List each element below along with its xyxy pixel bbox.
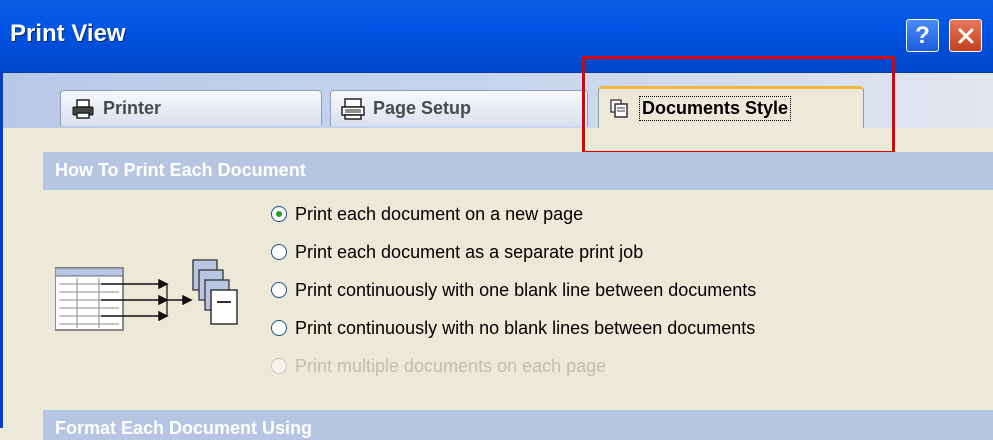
option-label: Print multiple documents on each page	[295, 355, 607, 376]
help-icon: ?	[915, 21, 930, 49]
printer-icon	[71, 98, 95, 119]
tab-printer-label: Printer	[103, 98, 162, 118]
tab-printer[interactable]: Printer	[60, 90, 322, 126]
close-icon	[958, 28, 973, 43]
section-header-how-to-print: How To Print Each Document	[43, 152, 993, 190]
highlight-box	[582, 56, 895, 154]
section-title: Format Each Document Using	[55, 418, 313, 438]
section-header-format-each: Format Each Document Using	[43, 410, 993, 440]
document-flow-illustration-icon	[54, 258, 255, 338]
option-label: Print continuously with no blank lines b…	[295, 317, 756, 338]
option-new-page[interactable]: Print each document on a new page	[271, 199, 583, 229]
close-button[interactable]	[949, 19, 982, 52]
option-label: Print each document as a separate print …	[295, 241, 644, 262]
tab-page-setup[interactable]: Page Setup	[330, 90, 588, 126]
radio-button-checked[interactable]	[271, 206, 287, 222]
radio-button[interactable]	[271, 320, 287, 336]
radio-button-disabled	[271, 358, 287, 374]
page-setup-icon	[341, 97, 365, 120]
option-multiple-per-page: Print multiple documents on each page	[271, 351, 606, 381]
option-label: Print continuously with one blank line b…	[295, 279, 757, 300]
option-one-blank-line[interactable]: Print continuously with one blank line b…	[271, 275, 756, 305]
option-separate-print-job[interactable]: Print each document as a separate print …	[271, 237, 643, 267]
window-title: Print View	[10, 20, 126, 47]
section-title: How To Print Each Document	[55, 160, 306, 180]
help-button[interactable]: ?	[906, 19, 939, 52]
radio-button[interactable]	[271, 282, 287, 298]
option-no-blank-lines[interactable]: Print continuously with no blank lines b…	[271, 313, 755, 343]
option-label: Print each document on a new page	[295, 203, 584, 224]
tab-page-setup-label: Page Setup	[373, 98, 472, 118]
radio-button[interactable]	[271, 244, 287, 260]
